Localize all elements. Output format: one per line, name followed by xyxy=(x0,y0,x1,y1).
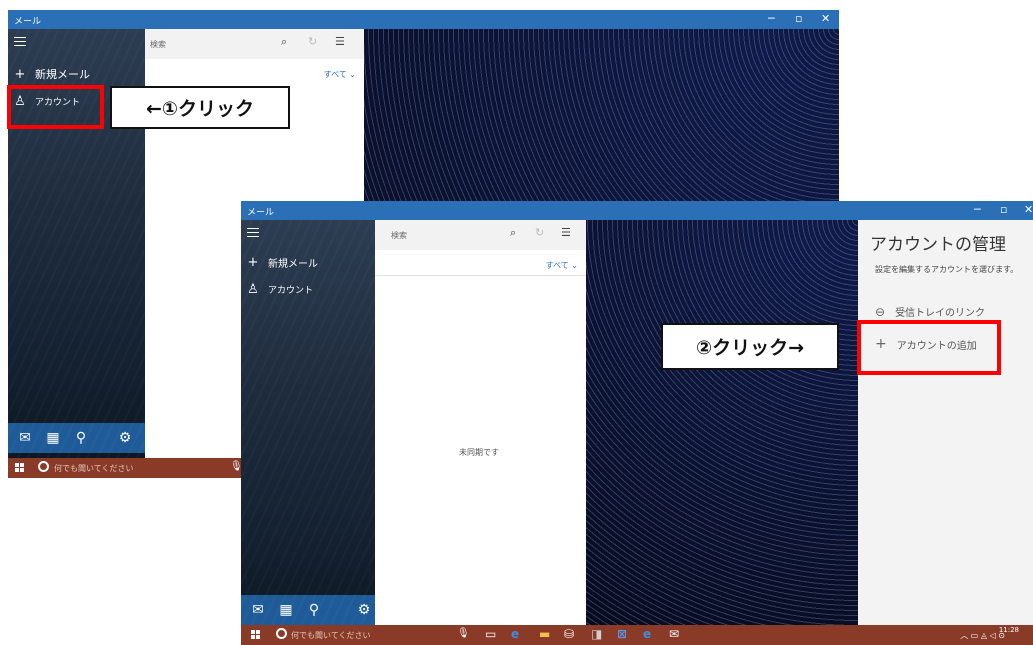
sync-icon[interactable]: ↻ xyxy=(308,35,317,48)
pane-subtitle: 設定を編集するアカウントを選びます。 xyxy=(875,265,1019,274)
task-view-icon[interactable]: ▭ xyxy=(485,627,496,641)
store-icon[interactable]: ⛁ xyxy=(564,627,574,641)
window-title: メール xyxy=(14,17,42,27)
minimize-icon[interactable]: ─ xyxy=(768,12,775,25)
window-title: メール xyxy=(247,208,275,218)
link-icon: ⊖ xyxy=(875,304,886,319)
calendar-icon[interactable]: ▦ xyxy=(275,602,297,618)
highlight-box-add-account xyxy=(857,320,1001,375)
new-mail-label: 新規メール xyxy=(268,259,318,270)
title-bar: メール ─ ▫ ✕ xyxy=(8,10,839,29)
calendar-icon[interactable]: ▦ xyxy=(42,430,64,446)
search-icon[interactable]: ⌕ xyxy=(510,226,516,240)
select-mode-icon[interactable]: ☰ xyxy=(335,35,345,48)
title-bar: メール ─ ▫ ✕ xyxy=(241,201,1033,220)
search-row: 検索 ⌕ ↻ ☰ xyxy=(145,29,364,59)
manage-accounts-pane: アカウントの管理 設定を編集するアカウントを選びます。 ⊖ 受信トレイのリンク … xyxy=(858,220,1033,625)
mail-window-front: メール ─ ▫ ✕ + 新規メール ♙ アカウント ✉ ▦ ⚲ ⚙ 検索 ⌕ ↻… xyxy=(241,201,1033,645)
close-icon[interactable]: ✕ xyxy=(821,12,830,25)
windows-start-icon[interactable] xyxy=(251,630,261,640)
people-icon[interactable]: ⚲ xyxy=(303,602,325,618)
filter-dropdown[interactable]: すべて ⌄ xyxy=(324,69,356,80)
list-divider xyxy=(375,275,586,276)
edge-icon[interactable]: e xyxy=(511,627,519,641)
person-icon: ♙ xyxy=(247,282,259,297)
app-icon[interactable]: ◨ xyxy=(591,627,602,641)
pane-title: アカウントの管理 xyxy=(870,235,1006,255)
hamburger-menu-icon[interactable] xyxy=(247,228,259,237)
mail-icon[interactable]: ✉ xyxy=(14,430,36,446)
sidebar: + 新規メール ♙ アカウント ✉ ▦ ⚲ ⚙ xyxy=(241,220,378,645)
search-input[interactable]: 検索 xyxy=(391,230,407,241)
outlook-icon[interactable]: ⊠ xyxy=(617,627,627,641)
taskbar: 何でも聞いてください 🎙 xyxy=(8,458,245,478)
microphone-icon[interactable]: 🎙 xyxy=(457,628,470,639)
message-list-pane: 検索 ⌕ ↻ ☰ すべて ⌄ 未同期です xyxy=(375,220,587,625)
internet-explorer-icon[interactable]: e xyxy=(643,627,651,641)
taskbar: 何でも聞いてください 🎙 ▭ e ▬ ⛁ ◨ ⊠ e ✉ ︿ ▭ ◬ ◁ ⊙ 1… xyxy=(241,625,1033,645)
accounts-button[interactable]: ♙ アカウント xyxy=(246,282,313,297)
search-icon[interactable]: ⌕ xyxy=(281,35,287,49)
plus-icon: + xyxy=(14,66,26,82)
search-input[interactable]: 検索 xyxy=(150,39,166,50)
restore-icon[interactable]: ▫ xyxy=(795,12,802,25)
file-explorer-icon[interactable]: ▬ xyxy=(539,627,550,641)
cortana-icon[interactable] xyxy=(38,461,49,472)
sync-icon[interactable]: ↻ xyxy=(535,226,544,239)
settings-gear-icon[interactable]: ⚙ xyxy=(114,430,136,446)
linked-inbox-button[interactable]: ⊖ 受信トレイのリンク xyxy=(875,304,986,320)
select-mode-icon[interactable]: ☰ xyxy=(561,226,571,239)
accounts-label: アカウント xyxy=(268,286,314,296)
new-mail-button[interactable]: + 新規メール xyxy=(246,255,318,270)
bottom-nav: ✉ ▦ ⚲ ⚙ xyxy=(241,595,378,625)
clock[interactable]: 11:28 xyxy=(999,626,1019,635)
callout-step1: ←①クリック xyxy=(110,86,290,129)
hamburger-menu-icon[interactable] xyxy=(14,37,26,46)
new-mail-button[interactable]: + 新規メール xyxy=(13,66,90,82)
highlight-box-accounts xyxy=(7,85,104,129)
new-mail-label: 新規メール xyxy=(35,68,90,81)
cortana-search-box[interactable]: 何でも聞いてください xyxy=(54,463,134,474)
minimize-icon[interactable]: ─ xyxy=(974,203,981,216)
mail-icon[interactable]: ✉ xyxy=(247,602,269,618)
callout-step2: ②クリック→ xyxy=(661,323,839,370)
linked-inbox-label: 受信トレイのリンク xyxy=(895,308,986,319)
clock-time: 11:28 xyxy=(998,626,1019,634)
desktop-wallpaper xyxy=(586,220,858,625)
close-icon[interactable]: ✕ xyxy=(1024,203,1033,216)
bottom-nav: ✉ ▦ ⚲ ⚙ xyxy=(8,423,145,453)
empty-state-text: 未同期です xyxy=(459,448,499,457)
windows-start-icon[interactable] xyxy=(15,463,25,473)
filter-dropdown[interactable]: すべて ⌄ xyxy=(546,260,578,271)
settings-gear-icon[interactable]: ⚙ xyxy=(353,602,375,618)
search-row: 検索 ⌕ ↻ ☰ xyxy=(375,220,586,250)
restore-icon[interactable]: ▫ xyxy=(1000,203,1007,216)
mail-app-icon[interactable]: ✉ xyxy=(669,627,679,641)
cortana-search-box[interactable]: 何でも聞いてください xyxy=(291,630,371,641)
plus-icon: + xyxy=(247,255,259,270)
people-icon[interactable]: ⚲ xyxy=(70,430,92,446)
cortana-icon[interactable] xyxy=(276,628,287,639)
